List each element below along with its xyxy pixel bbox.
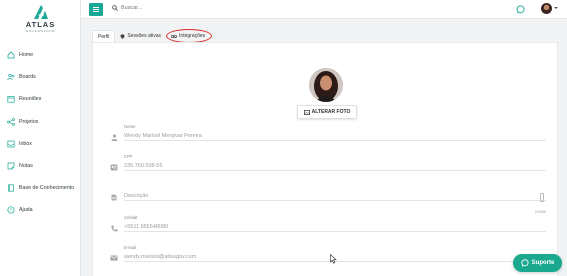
user-avatar[interactable]: [541, 3, 552, 14]
name-field: Nome: [110, 124, 550, 146]
sidebar-item-notas[interactable]: Notas: [0, 155, 81, 177]
scroll-handle[interactable]: [540, 193, 544, 202]
sidebar-item-home[interactable]: Home: [0, 44, 81, 66]
sidebar-item-label: Home: [19, 52, 34, 59]
sidebar-item-label: Notas: [19, 163, 33, 170]
support-button[interactable]: Suporte: [513, 254, 562, 272]
sidebar-item-reunioes[interactable]: Reuniões: [0, 88, 81, 110]
shield-icon: [120, 33, 125, 39]
sidebar-item-label: Ajuda: [19, 207, 33, 214]
profile-tabs: Perfil Sessões ativas Integrações: [92, 30, 210, 42]
name-input[interactable]: [124, 131, 546, 141]
description-field: 0/1000: [110, 184, 550, 214]
field-label: CPF: [124, 154, 133, 159]
cpf-field: CPF: [110, 154, 550, 176]
profile-card: ALTERAR FOTO Nome CPF 0/1000 Celular: [92, 42, 558, 276]
field-label: E-mail: [124, 245, 137, 250]
svg-text:?: ?: [9, 208, 12, 213]
users-icon: [6, 73, 15, 82]
sidebar-nav: Home Boards Reuniões Projetos Inbox Nota…: [0, 44, 81, 222]
search-bar: [112, 5, 241, 11]
email-icon: [110, 254, 118, 262]
hamburger-icon: [93, 7, 99, 12]
sidebar-item-label: Base de Conhecimento: [19, 185, 75, 192]
tab-label: Perfil: [98, 33, 110, 40]
tab-perfil[interactable]: Perfil: [92, 30, 116, 42]
chat-icon[interactable]: [516, 5, 525, 14]
change-photo-label: ALTERAR FOTO: [311, 109, 351, 115]
sidebar: ATLAS GOVERNANCE Home Boards Reuniões Pr…: [0, 0, 81, 276]
sidebar-item-label: Reuniões: [19, 96, 42, 103]
person-icon: [110, 133, 118, 141]
tab-sessoes-ativas[interactable]: Sessões ativas: [115, 30, 166, 42]
email-input[interactable]: [124, 252, 546, 262]
tab-integracoes[interactable]: Integrações: [166, 30, 210, 42]
image-icon: [303, 109, 310, 115]
cpf-input[interactable]: [124, 161, 546, 171]
phone-input[interactable]: [124, 222, 546, 232]
calendar-icon: [6, 95, 15, 104]
profile-photo: [309, 68, 343, 102]
phone-field: Celular: [110, 215, 550, 237]
sidebar-item-ajuda[interactable]: ? Ajuda: [0, 199, 81, 221]
share-icon: [6, 117, 15, 126]
sidebar-item-projetos[interactable]: Projetos: [0, 111, 81, 133]
help-icon: ?: [6, 206, 15, 215]
atlas-logo[interactable]: ATLAS GOVERNANCE: [18, 4, 63, 40]
top-bar: [81, 0, 567, 19]
id-card-icon: [110, 163, 118, 171]
sidebar-item-label: Inbox: [19, 140, 32, 147]
chat-bubble-icon: [521, 259, 529, 267]
phone-icon: [110, 224, 118, 232]
change-photo-button[interactable]: ALTERAR FOTO: [297, 105, 357, 119]
document-icon: [110, 193, 118, 201]
description-char-count: 0/1000: [535, 210, 546, 214]
note-icon: [6, 162, 15, 171]
tab-label: Integrações: [179, 33, 206, 39]
inbox-icon: [6, 139, 15, 148]
search-input[interactable]: [121, 5, 241, 11]
sidebar-item-base-de-conhecimento[interactable]: Base de Conhecimento: [0, 177, 81, 199]
atlas-logo-mark: [33, 5, 48, 19]
chevron-down-icon[interactable]: [554, 7, 558, 9]
search-icon: [112, 5, 118, 11]
sidebar-item-boards[interactable]: Boards: [0, 66, 81, 88]
sidebar-item-label: Boards: [19, 74, 36, 81]
brand-tagline: GOVERNANCE: [25, 29, 56, 33]
description-input[interactable]: [124, 191, 546, 201]
home-icon: [6, 51, 15, 60]
field-label: Celular: [124, 215, 138, 220]
book-icon: [6, 184, 15, 193]
menu-toggle-button[interactable]: [89, 3, 103, 16]
tab-label: Sessões ativas: [127, 33, 162, 39]
support-label: Suporte: [531, 260, 555, 266]
link-icon: [171, 34, 177, 39]
field-label: Nome: [124, 124, 136, 129]
brand-name: ATLAS: [25, 20, 56, 29]
sidebar-item-label: Projetos: [19, 118, 39, 125]
email-field: E-mail: [110, 245, 550, 267]
sidebar-item-inbox[interactable]: Inbox: [0, 133, 81, 155]
